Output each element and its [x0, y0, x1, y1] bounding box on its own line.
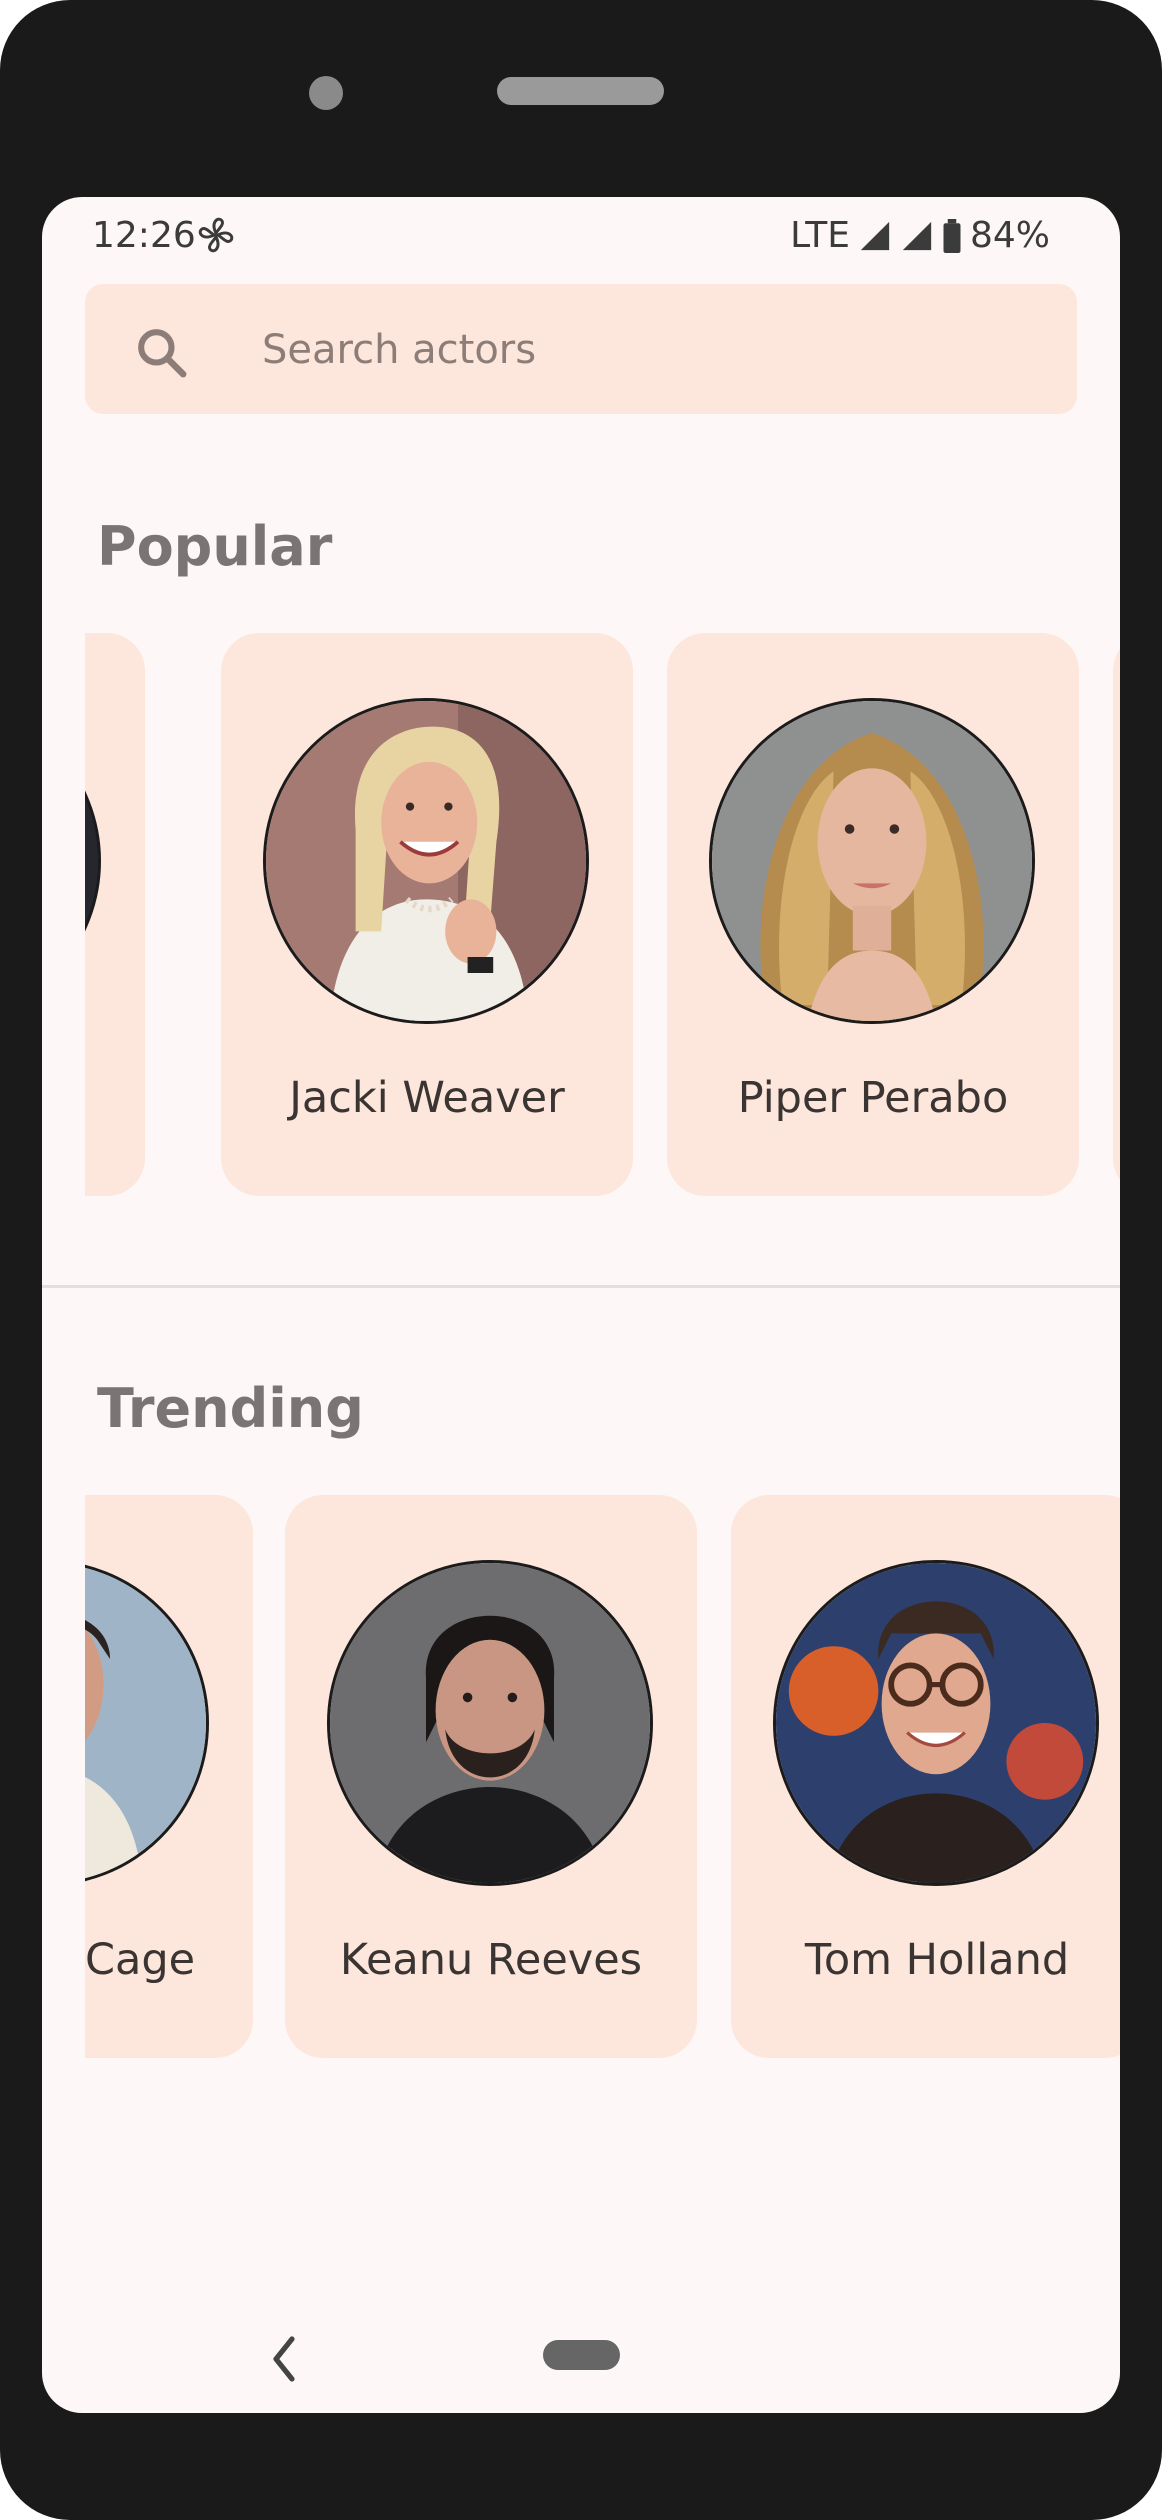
system-nav-bar [42, 2317, 1120, 2413]
search-input[interactable] [260, 314, 1044, 386]
actor-portrait [263, 698, 589, 1024]
actor-card[interactable] [85, 633, 145, 1196]
trending-carousel[interactable]: Cage Keanu Reeves Tom Holland [85, 1495, 1120, 2065]
actor-name: Keanu Reeves [339, 1935, 643, 1985]
actor-card[interactable]: Jacki Weaver [221, 633, 633, 1196]
network-type: LTE [790, 215, 850, 256]
actor-portrait [709, 698, 1035, 1024]
earpiece-speaker [497, 77, 664, 105]
actor-name: Piper Perabo [737, 1073, 1009, 1123]
fan-icon [198, 217, 234, 253]
battery-icon [943, 218, 961, 253]
home-pill[interactable] [543, 2340, 620, 2370]
actor-name: Jacki Weaver [289, 1073, 565, 1123]
section-title-trending: Trending [97, 1377, 364, 1440]
actor-portrait [85, 1560, 209, 1886]
search-bar[interactable] [85, 284, 1077, 414]
front-camera [309, 76, 343, 110]
back-icon[interactable] [264, 2331, 304, 2387]
battery-percent: 84% [969, 215, 1050, 256]
actor-name: Tom Holland [804, 1935, 1070, 1985]
section-divider [42, 1285, 1120, 1288]
actor-card[interactable] [1113, 633, 1120, 1196]
phone-frame: 12:26 LTE 84% Popular [0, 0, 1162, 2520]
signal-icon [860, 221, 890, 250]
actor-card[interactable]: Cage [85, 1495, 253, 2058]
signal-icon [902, 221, 932, 250]
actor-card[interactable]: Tom Holland [731, 1495, 1120, 2058]
status-bar: 12:26 LTE 84% [42, 197, 1120, 273]
section-title-popular: Popular [97, 515, 333, 578]
actor-card[interactable]: Piper Perabo [667, 633, 1079, 1196]
app-screen: 12:26 LTE 84% Popular [42, 197, 1120, 2413]
actor-card[interactable]: Keanu Reeves [285, 1495, 697, 2058]
search-icon[interactable] [133, 324, 189, 380]
status-right: LTE 84% [790, 215, 1050, 256]
actor-portrait [773, 1560, 1099, 1886]
actor-portrait [327, 1560, 653, 1886]
status-time: 12:26 [92, 215, 196, 256]
actor-portrait [85, 698, 101, 1024]
popular-carousel[interactable]: Jacki Weaver Piper Perabo [85, 633, 1120, 1203]
actor-name: Cage [85, 1935, 196, 1985]
